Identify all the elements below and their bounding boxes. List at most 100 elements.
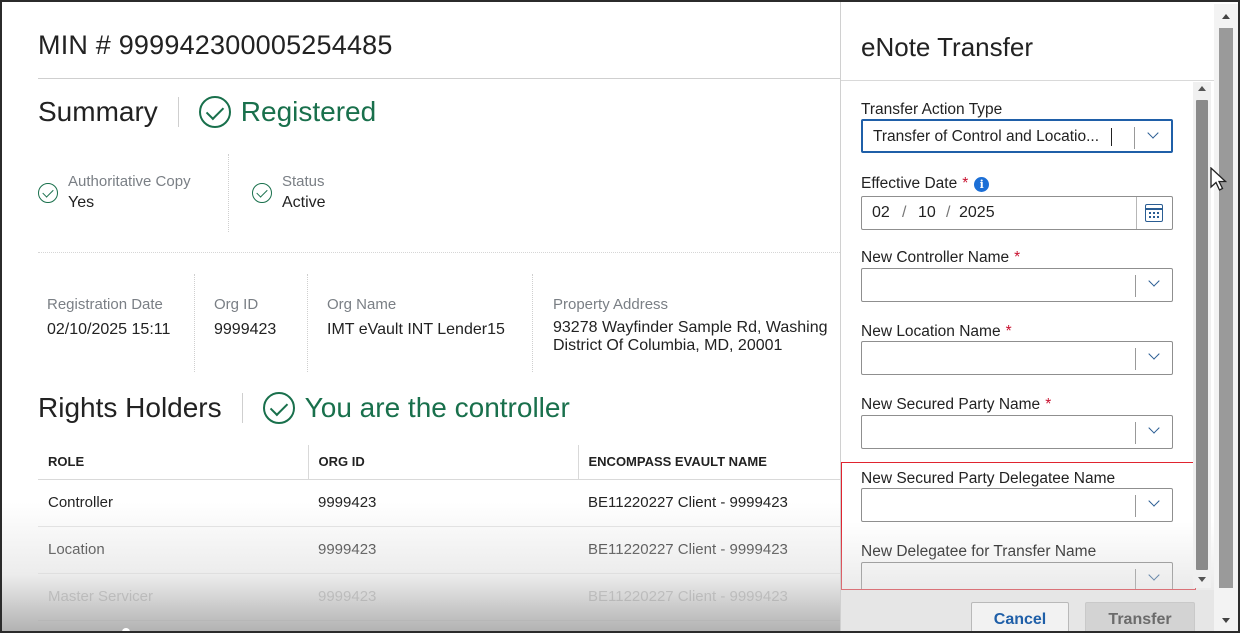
summary-header: Summary Registered [38,96,376,128]
new-delegatee-for-transfer-name-label-text: New Delegatee for Transfer Name [861,543,1097,560]
org-name-value: IMT eVault INT Lender15 [327,321,505,338]
new-location-name-label: New Location Name * [861,323,1012,341]
authoritative-copy: Authoritative Copy Yes [38,172,191,214]
scroll-down-arrow-icon[interactable] [1222,618,1230,623]
table-cell: Controller [38,479,308,527]
new-secured-party-delegatee-name-label: New Secured Party Delegatee Name [861,470,1115,488]
panel-scrollbar[interactable] [1193,82,1211,588]
registered-label: Registered [240,96,377,127]
new-location-name-select[interactable] [861,341,1173,375]
new-controller-name-label-text: New Controller Name [861,249,1010,266]
main-page: MIN # 999942300005254485 Summary Registe… [2,2,843,631]
column-header-role[interactable]: ROLE [38,445,308,480]
date-day[interactable]: 10 [918,204,936,222]
new-location-name-label-text: New Location Name [861,323,1001,340]
table-cell: 9999423 [308,479,578,527]
table-cell: BE11220227 Client - 9999423 [578,526,840,574]
summary-heading: Summary [38,96,158,127]
info-icon[interactable]: i [974,176,990,192]
property-address-line2: District Of Columbia, MD, 20001 [553,337,783,354]
registered-status: Registered [198,96,377,128]
divider [228,154,229,232]
check-circle-icon [38,183,58,203]
new-secured-party-delegatee-name-select[interactable] [861,488,1173,522]
scroll-up-arrow-icon[interactable] [1198,86,1206,91]
chevron-down-icon[interactable] [1146,348,1162,364]
text-cursor [1111,128,1112,146]
page-scrollbar[interactable] [1214,4,1238,631]
property-address: Property Address 93278 Wayfinder Sample … [553,295,843,355]
effective-date-input[interactable]: 02 / 10 / 2025 [861,196,1173,230]
scrollbar-thumb[interactable] [1196,100,1208,570]
new-secured-party-name-select[interactable] [861,415,1173,449]
registration-date-label: Registration Date [47,296,163,313]
new-secured-party-name-label-text: New Secured Party Name [861,396,1041,413]
table-cell: 9999423 [308,573,578,621]
table-cell: BE11220227 Client - 9999423 [578,479,840,527]
cancel-button[interactable]: Cancel [971,602,1069,631]
scroll-up-arrow-icon[interactable] [1222,14,1230,19]
org-name: Org Name IMT eVault INT Lender15 [327,295,505,341]
divider [1136,197,1137,229]
new-secured-party-name-label: New Secured Party Name * [861,396,1051,414]
panel-divider [841,80,1215,81]
table-row: Master Servicer 9999423 BE11220227 Clien… [38,573,840,621]
transfer-button[interactable]: Transfer [1085,602,1195,631]
page-title: MIN # 999942300005254485 [38,30,393,60]
table-header-row: ROLE ORG ID ENCOMPASS EVAULT NAME [38,445,840,480]
transfer-action-type-select[interactable]: Transfer of Control and Locatio... [861,119,1173,153]
table-row: Location 9999423 BE11220227 Client - 999… [38,526,840,574]
check-circle-icon [198,96,231,128]
date-year[interactable]: 2025 [959,204,995,222]
chevron-down-icon[interactable] [1146,275,1162,291]
panel-footer: Cancel Transfer [841,590,1215,631]
scrollbar-thumb[interactable] [1219,28,1233,588]
property-address-label: Property Address [553,296,669,313]
new-controller-name-select[interactable] [861,268,1173,302]
divider [307,274,308,372]
chevron-down-icon[interactable] [1146,495,1162,511]
table-cell: 9999423 [308,526,578,574]
check-circle-icon [252,183,272,203]
scroll-down-arrow-icon[interactable] [1198,577,1206,582]
controller-status: You are the controller [262,392,570,424]
rights-holders-table: ROLE ORG ID ENCOMPASS EVAULT NAME Contro… [38,445,840,621]
rights-holders-header: Rights Holders You are the controller [38,392,570,424]
divider [1135,569,1136,591]
divider [1135,495,1136,517]
required-asterisk: * [1045,396,1052,413]
pointer-dot [122,628,130,631]
transfer-action-type-label: Transfer Action Type [861,101,1002,119]
required-asterisk: * [1005,323,1012,340]
effective-date-label-text: Effective Date [861,175,958,192]
column-header-org-id[interactable]: ORG ID [307,445,578,480]
chevron-down-icon[interactable] [1146,422,1162,438]
divider [194,274,195,372]
table-cell: Location [38,526,308,574]
divider [1135,275,1136,297]
table-cell: BE11220227 Client - 9999423 [578,573,840,621]
chevron-down-icon[interactable] [1145,127,1161,143]
divider [241,393,243,423]
org-id-value: 9999423 [214,321,277,338]
chevron-down-icon[interactable] [1146,569,1162,585]
property-address-line1: 93278 Wayfinder Sample Rd, Washing [553,319,828,336]
divider [1135,422,1136,444]
divider [38,252,840,253]
column-header-evault-name[interactable]: ENCOMPASS EVAULT NAME [577,445,840,480]
status-field: Status Active [252,172,326,214]
date-separator: / [946,204,951,221]
enote-transfer-panel: eNote Transfer Transfer Action Type Tran… [840,2,1215,631]
divider [532,274,533,372]
required-asterisk: * [1014,249,1021,266]
status-label: Status [282,173,325,190]
date-month[interactable]: 02 [872,204,890,222]
divider [1135,348,1136,370]
table-row: Controller 9999423 BE11220227 Client - 9… [38,479,840,527]
effective-date-label: Effective Date * i [861,175,990,193]
divider [1134,127,1135,149]
calendar-icon[interactable] [1145,204,1163,222]
date-separator: / [902,204,907,221]
authoritative-copy-value: Yes [68,194,95,211]
org-id-label: Org ID [214,296,259,313]
